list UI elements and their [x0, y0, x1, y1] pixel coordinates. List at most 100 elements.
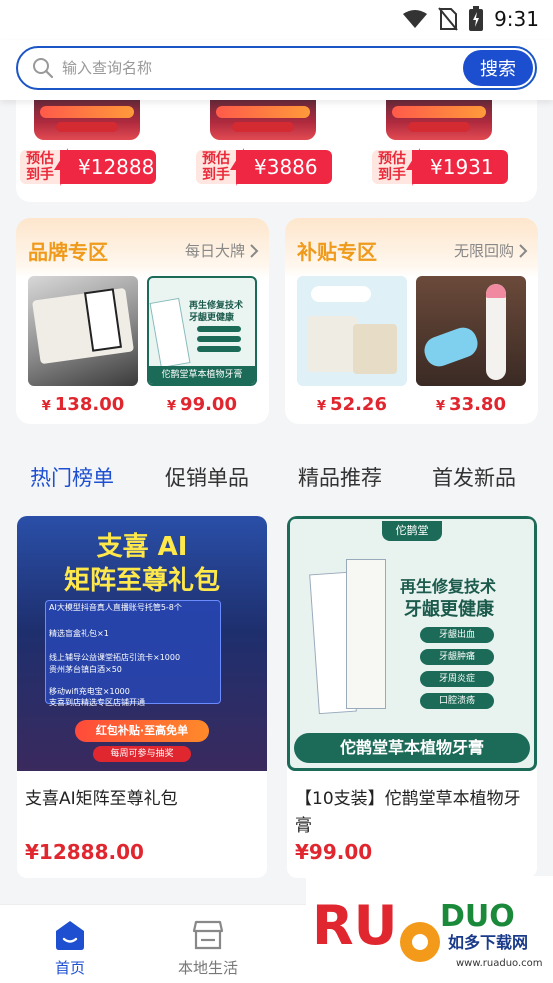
- tab-new-arrivals[interactable]: 首发新品: [432, 462, 516, 492]
- subsidy-zone-card: 补贴专区 无限回购 ¥52.26 ¥33.80: [285, 218, 538, 424]
- product-image: [297, 276, 407, 386]
- brand-zone-card: 品牌专区 每日大牌 ¥138.00 再生修复技术 牙龈更健康 佗鹊堂草本植物牙膏: [16, 218, 269, 424]
- price-value: 99.00: [180, 394, 237, 415]
- top-product-card[interactable]: 预估 到手 ¥3886: [192, 96, 332, 196]
- image-headline: 再生修复技术: [400, 577, 497, 596]
- search-input[interactable]: [62, 48, 452, 88]
- app-screen: 9:31 搜索 预估到手 ¥12888 预估到手 ¥3886: [0, 0, 553, 983]
- status-icons: 9:31: [402, 6, 539, 32]
- estimated-price-tag: 预估 到手 ¥12888: [20, 148, 156, 186]
- image-caption: 牙龈更健康: [189, 313, 235, 323]
- svg-text:如多下载网: 如多下载网: [448, 933, 528, 952]
- search-icon: [33, 58, 54, 79]
- zone-more-label: 每日大牌: [184, 242, 245, 260]
- svg-text:DUO: DUO: [440, 899, 515, 934]
- search-header: 搜索: [0, 40, 553, 100]
- battery-charging-icon: [469, 6, 484, 31]
- image-headline: 牙龈更健康: [404, 599, 494, 620]
- product-card[interactable]: 佗鹊堂 再生修复技术 牙龈更健康 牙龈出血 牙龈肿痛 牙周炎症 口腔溃疡 佗鹊堂…: [287, 516, 537, 878]
- image-line: 移动wifi充电宝×1000: [49, 687, 130, 696]
- lightning-icon: [406, 148, 428, 186]
- wifi-icon: [403, 10, 428, 28]
- tab-hot-list[interactable]: 热门榜单: [30, 462, 114, 492]
- estimated-price-tag: 预估 到手 ¥3886: [196, 148, 332, 186]
- product-thumbnail: [34, 96, 140, 140]
- zone-more-link[interactable]: 无限回购: [454, 240, 528, 261]
- product-card[interactable]: 支喜 AI 矩阵至尊礼包 AI大模型抖音真人直播账号托管5-8个 精选盲盒礼包×…: [17, 516, 267, 878]
- tab-featured[interactable]: 精品推荐: [298, 462, 382, 492]
- tag-label: 到手: [202, 167, 230, 183]
- tag-label: 预估: [202, 151, 230, 167]
- currency-symbol: ¥: [167, 399, 177, 414]
- image-line: 精选盲盒礼包×1: [49, 629, 109, 638]
- svg-text:www.ruaduo.com: www.ruaduo.com: [456, 958, 543, 969]
- status-bar: 9:31: [0, 0, 553, 40]
- top-product-card[interactable]: 预估 到手 ¥1931: [368, 96, 508, 196]
- zone-title: 补贴专区: [297, 240, 377, 264]
- nav-local-life[interactable]: 本地生活: [168, 919, 248, 978]
- product-image: 佗鹊堂 再生修复技术 牙龈更健康 牙龈出血 牙龈肿痛 牙周炎症 口腔溃疡 佗鹊堂…: [287, 516, 537, 771]
- product-price: ¥138.00: [28, 394, 138, 415]
- search-button[interactable]: 搜索: [463, 50, 533, 86]
- currency-symbol: ¥: [436, 399, 446, 414]
- product-thumbnail: [210, 96, 316, 140]
- lightning-icon: [54, 148, 76, 186]
- lightning-icon: [230, 148, 252, 186]
- tag-label: 到手: [26, 167, 54, 183]
- product-image: [28, 276, 138, 386]
- product-image: [416, 276, 526, 386]
- product-name: 【10支装】佗鹊堂草本植物牙膏: [295, 789, 521, 836]
- tab-promo-items[interactable]: 促销单品: [165, 462, 249, 492]
- image-brand: 佗鹊堂: [382, 521, 442, 541]
- zone-product[interactable]: ¥52.26: [297, 276, 407, 415]
- ruanduo-logo: RU DUO 如多下载网 www.ruaduo.com: [312, 894, 543, 969]
- status-time: 9:31: [494, 7, 539, 31]
- image-sub-banner: 每周可参与抽奖: [93, 746, 191, 762]
- image-banner: 红包补贴·至高免单: [75, 720, 209, 742]
- image-line: 贵州茅台镇白酒×50: [49, 665, 122, 674]
- no-sim-icon: [438, 7, 458, 31]
- nav-home[interactable]: 首页: [30, 919, 110, 978]
- currency-symbol: ¥: [317, 399, 327, 414]
- image-line: 线上辅导公益课堂拓店引流卡×1000: [49, 653, 181, 662]
- product-price: ¥52.26: [297, 394, 407, 415]
- product-thumbnail: [386, 96, 492, 140]
- home-icon: [56, 921, 84, 950]
- product-image: 支喜 AI 矩阵至尊礼包 AI大模型抖音真人直播账号托管5-8个 精选盲盒礼包×…: [17, 516, 267, 771]
- zone-product[interactable]: 再生修复技术 牙龈更健康 佗鹊堂草本植物牙膏 ¥99.00: [147, 276, 257, 415]
- category-tabs: 热门榜单 促销单品 精品推荐 首发新品: [0, 456, 553, 500]
- zone-product[interactable]: ¥138.00: [28, 276, 138, 415]
- zone-more-label: 无限回购: [453, 242, 514, 260]
- image-line: 支喜到店精选专区店铺开通: [49, 698, 145, 707]
- tag-label: 预估: [26, 151, 54, 167]
- image-caption: 佗鹊堂草本植物牙膏: [149, 366, 255, 384]
- product-price: ¥99.00: [147, 394, 257, 415]
- store-icon: [192, 920, 224, 950]
- image-benefit: 牙周炎症: [420, 671, 494, 687]
- zone-header: 品牌专区 每日大牌: [16, 218, 269, 278]
- zone-more-link[interactable]: 每日大牌: [185, 240, 259, 261]
- search-bar: 搜索: [16, 46, 537, 90]
- watermark-logo: RU DUO 如多下载网 www.ruaduo.com: [306, 876, 553, 983]
- svg-text:RU: RU: [312, 894, 397, 957]
- zone-product[interactable]: ¥33.80: [416, 276, 526, 415]
- image-benefit: 口腔溃疡: [420, 693, 494, 709]
- price-value: 138.00: [54, 394, 125, 415]
- product-image: 再生修复技术 牙龈更健康 佗鹊堂草本植物牙膏: [147, 276, 257, 386]
- image-benefit: 牙龈出血: [420, 627, 494, 643]
- top-product-row: 预估 到手 ¥12888 预估 到手 ¥3886 预估 到手 ¥1931: [16, 96, 537, 202]
- chevron-right-icon: [250, 243, 259, 258]
- chevron-right-icon: [519, 243, 528, 258]
- image-headline: 支喜 AI: [96, 532, 188, 562]
- image-footer: 佗鹊堂草本植物牙膏: [294, 733, 530, 763]
- product-price: ¥33.80: [416, 394, 526, 415]
- nav-label: 首页: [54, 959, 85, 977]
- price-value: 33.80: [449, 394, 506, 415]
- estimated-price-tag: 预估 到手 ¥1931: [372, 148, 508, 186]
- image-headline: 矩阵至尊礼包: [63, 566, 220, 596]
- zone-title: 品牌专区: [28, 240, 108, 264]
- price-value: 52.26: [330, 394, 387, 415]
- zone-header: 补贴专区 无限回购: [285, 218, 538, 278]
- top-product-card[interactable]: 预估 到手 ¥12888: [16, 96, 156, 196]
- tag-label: 到手: [378, 167, 406, 183]
